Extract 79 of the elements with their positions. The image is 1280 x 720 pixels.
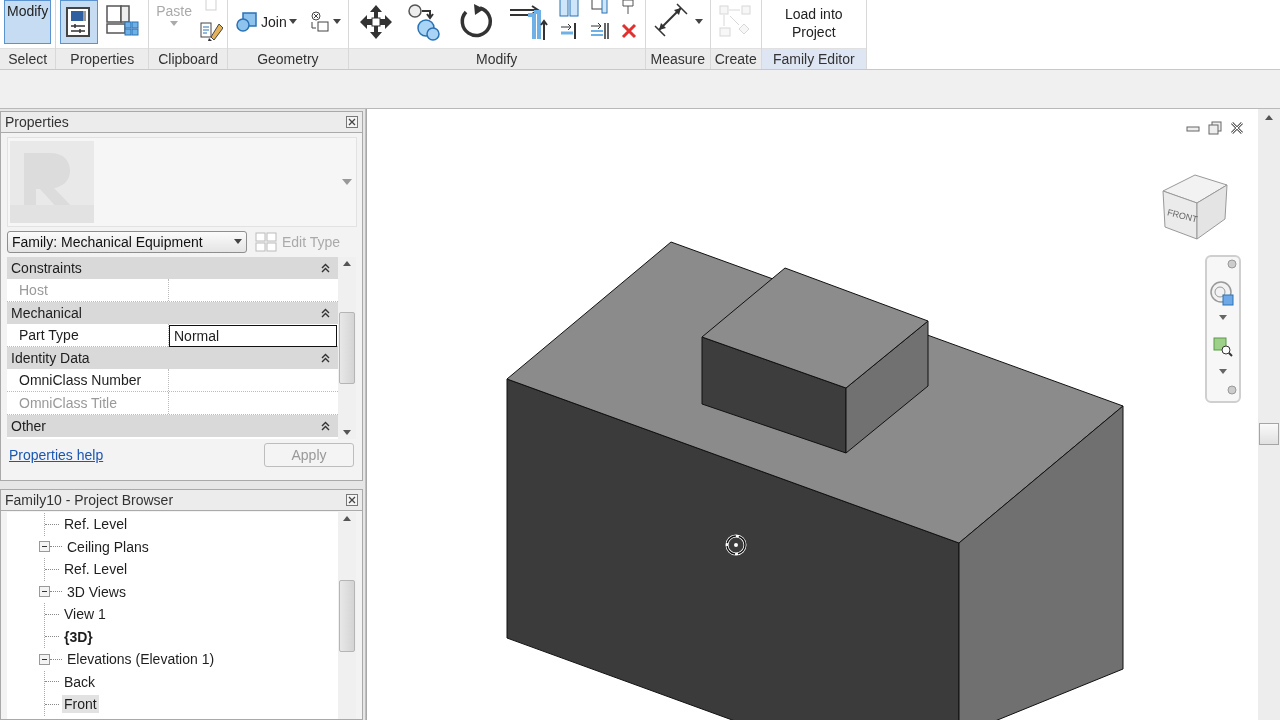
collapse-icon[interactable] xyxy=(321,421,330,431)
collapse-icon[interactable] xyxy=(321,353,330,363)
property-name: Host xyxy=(7,279,169,301)
orbit-cursor-icon xyxy=(725,534,747,556)
scroll-up-icon[interactable] xyxy=(343,516,351,521)
panel-label: Create xyxy=(710,48,761,69)
offset-icon xyxy=(588,21,609,41)
caret-icon xyxy=(288,19,297,25)
panel-label: Modify xyxy=(348,48,645,69)
collapse-icon[interactable] xyxy=(321,308,330,318)
group-label: Constraints xyxy=(11,260,82,276)
close-icon[interactable] xyxy=(346,494,358,506)
group-header[interactable]: Identity Data xyxy=(7,347,338,369)
caret-icon xyxy=(234,239,242,245)
collapse-icon[interactable] xyxy=(39,541,50,553)
panel-label: Properties xyxy=(56,48,149,69)
scroll-down-icon[interactable] xyxy=(343,430,351,435)
panel-title: Family10 - Project Browser xyxy=(5,492,174,508)
group-label: Other xyxy=(11,418,46,434)
restore-icon[interactable] xyxy=(1208,121,1222,135)
panel-label: Clipboard xyxy=(149,48,228,69)
grid-icon xyxy=(558,0,579,17)
tree-item[interactable]: Back xyxy=(62,672,98,691)
zoom-icon[interactable] xyxy=(1213,337,1233,357)
panel-label: Select xyxy=(0,48,56,69)
caret-icon[interactable] xyxy=(1219,369,1227,374)
group-label: Identity Data xyxy=(11,350,90,366)
scrollbar[interactable] xyxy=(338,512,356,719)
properties-button[interactable] xyxy=(60,0,99,44)
group-header[interactable]: Other xyxy=(7,415,338,437)
tree-item[interactable]: Elevations (Elevation 1) xyxy=(65,650,217,669)
modify-button[interactable]: Modify xyxy=(4,0,52,44)
panel-title: Properties xyxy=(5,114,69,130)
close-icon[interactable] xyxy=(346,116,358,128)
edit-type-icon xyxy=(255,232,277,252)
options-icon[interactable] xyxy=(1227,385,1237,395)
brush-icon xyxy=(199,21,224,41)
scroll-up-icon[interactable] xyxy=(1265,115,1273,120)
align-icon xyxy=(558,21,579,41)
tree-item[interactable]: Ref. Level xyxy=(62,515,130,534)
diagram-icon xyxy=(717,4,754,40)
collapse-icon[interactable] xyxy=(39,586,50,598)
property-name: OmniClass Title xyxy=(7,392,169,414)
match-type-button[interactable] xyxy=(199,21,224,41)
group-label: Mechanical xyxy=(11,305,82,321)
panel-label: Measure xyxy=(645,48,710,69)
group-header[interactable]: Constraints xyxy=(7,257,338,279)
panel-label: Geometry xyxy=(228,48,348,69)
caret-icon[interactable] xyxy=(1219,315,1227,320)
collapse-icon[interactable] xyxy=(39,653,50,665)
close-icon[interactable] xyxy=(1230,121,1244,135)
tree-item[interactable]: View 1 xyxy=(62,605,108,624)
tree-item[interactable]: Front xyxy=(62,695,99,714)
scroll-up-icon[interactable] xyxy=(343,261,351,266)
view-cube[interactable]: FRONT xyxy=(1162,174,1228,240)
scroll-thumb[interactable] xyxy=(1259,423,1279,445)
group-header[interactable]: Mechanical xyxy=(7,302,338,324)
panel-label: Family Editor xyxy=(761,48,866,69)
tree-item[interactable]: Ceiling Plans xyxy=(65,537,151,556)
caret-icon xyxy=(170,21,179,27)
tree-item[interactable]: Ref. Level xyxy=(62,560,130,579)
caret-icon[interactable] xyxy=(342,179,352,185)
scroll-thumb[interactable] xyxy=(339,312,355,384)
load-into-project-button[interactable]: Load into Project xyxy=(765,0,862,44)
scrollbar[interactable] xyxy=(1258,109,1280,720)
caret-icon xyxy=(332,19,341,25)
property-name: OmniClass Number xyxy=(7,369,169,391)
collapse-icon[interactable] xyxy=(321,263,330,273)
join-button[interactable]: Join xyxy=(232,0,300,44)
value-field[interactable]: Normal xyxy=(169,325,337,347)
steering-wheel-icon[interactable] xyxy=(1210,281,1234,307)
tree-item[interactable]: 3D Views xyxy=(65,582,128,601)
shapes-icon xyxy=(235,10,260,34)
caret-icon xyxy=(694,19,703,25)
help-link[interactable]: Properties help xyxy=(9,447,104,463)
type-selector[interactable]: Family: Mechanical Equipment xyxy=(7,231,247,253)
type-preview-icon xyxy=(10,141,94,223)
tree-item[interactable]: {3D} xyxy=(62,627,95,646)
scroll-thumb[interactable] xyxy=(339,579,355,652)
